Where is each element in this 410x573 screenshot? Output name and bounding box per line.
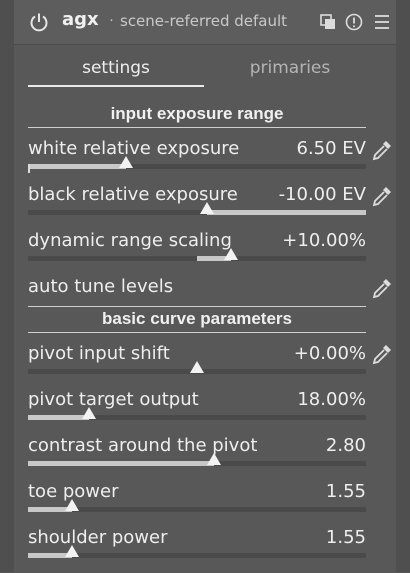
dynamic-range-scaling-slider[interactable]: dynamic range scaling +10.00% (28, 230, 366, 276)
section-input-exposure-range: input exposure range (110, 104, 284, 123)
slider-label: dynamic range scaling (28, 230, 232, 251)
power-icon[interactable] (28, 11, 50, 33)
color-picker-icon[interactable] (370, 276, 394, 300)
presets-menu-icon[interactable] (372, 12, 392, 32)
pivot-input-shift-slider[interactable]: pivot input shift +0.00% (28, 343, 366, 389)
slider-thumb[interactable] (64, 545, 79, 557)
slider-fill (28, 461, 214, 466)
header-separator: · (109, 11, 114, 28)
slider-left-tick (28, 164, 30, 173)
section-divider (28, 332, 366, 333)
slider-thumb[interactable] (200, 202, 215, 214)
toe-power-slider[interactable]: toe power 1.55 (28, 481, 366, 527)
module-header[interactable]: agx · scene-referred default (14, 0, 396, 44)
panel-left-edge (0, 0, 14, 572)
tab-settings[interactable]: settings (28, 58, 204, 78)
section-divider (28, 306, 366, 307)
tab-primaries[interactable]: primaries (212, 58, 368, 78)
slider-track[interactable] (28, 461, 366, 466)
white-relative-exposure-slider[interactable]: white relative exposure 6.50 EV (28, 138, 366, 184)
contrast-around-the-pivot-slider[interactable]: contrast around the pivot 2.80 (28, 435, 366, 481)
slider-track[interactable] (28, 210, 366, 215)
slider-value[interactable]: +10.00% (282, 230, 366, 251)
slider-value[interactable]: +0.00% (294, 343, 366, 364)
color-picker-icon[interactable] (370, 138, 394, 162)
multi-instance-icon[interactable] (318, 12, 338, 32)
slider-label: contrast around the pivot (28, 435, 258, 456)
slider-thumb[interactable] (119, 156, 134, 168)
slider-fill (28, 415, 89, 420)
slider-track[interactable] (28, 256, 366, 261)
slider-value[interactable]: 1.55 (326, 527, 366, 548)
slider-label: shoulder power (28, 527, 168, 548)
slider-fill (28, 164, 127, 169)
slider-label: pivot target output (28, 389, 199, 410)
slider-thumb[interactable] (81, 407, 96, 419)
slider-value[interactable]: 2.80 (326, 435, 366, 456)
notebook-tabs: settings primaries (28, 54, 368, 88)
color-picker-icon[interactable] (370, 184, 394, 208)
slider-fill (207, 210, 366, 215)
pivot-target-output-slider[interactable]: pivot target output 18.00% (28, 389, 366, 435)
section-divider (28, 127, 366, 128)
slider-value[interactable]: 18.00% (297, 389, 366, 410)
panel-right-edge (396, 0, 410, 572)
section-basic-curve-parameters: basic curve parameters (102, 309, 292, 328)
header-divider (14, 44, 396, 45)
slider-value[interactable]: 1.55 (326, 481, 366, 502)
active-tab-indicator (28, 85, 204, 87)
black-relative-exposure-slider[interactable]: black relative exposure -10.00 EV (28, 184, 366, 230)
slider-label: pivot input shift (28, 343, 170, 364)
auto-tune-levels-label: auto tune levels (28, 276, 174, 297)
slider-track[interactable] (28, 415, 366, 420)
slider-thumb[interactable] (223, 248, 238, 260)
slider-value[interactable]: -10.00 EV (279, 184, 366, 205)
slider-track[interactable] (28, 164, 366, 169)
shoulder-power-slider[interactable]: shoulder power 1.55 (28, 527, 366, 573)
module-preset-label: scene-referred default (120, 12, 288, 30)
slider-value[interactable]: 6.50 EV (297, 138, 367, 159)
color-picker-icon[interactable] (370, 342, 394, 366)
slider-thumb[interactable] (190, 361, 204, 373)
slider-label: white relative exposure (28, 138, 240, 159)
slider-thumb[interactable] (64, 499, 79, 511)
reset-icon[interactable] (344, 12, 364, 32)
slider-thumb[interactable] (206, 453, 221, 465)
module-name: agx (62, 9, 99, 30)
